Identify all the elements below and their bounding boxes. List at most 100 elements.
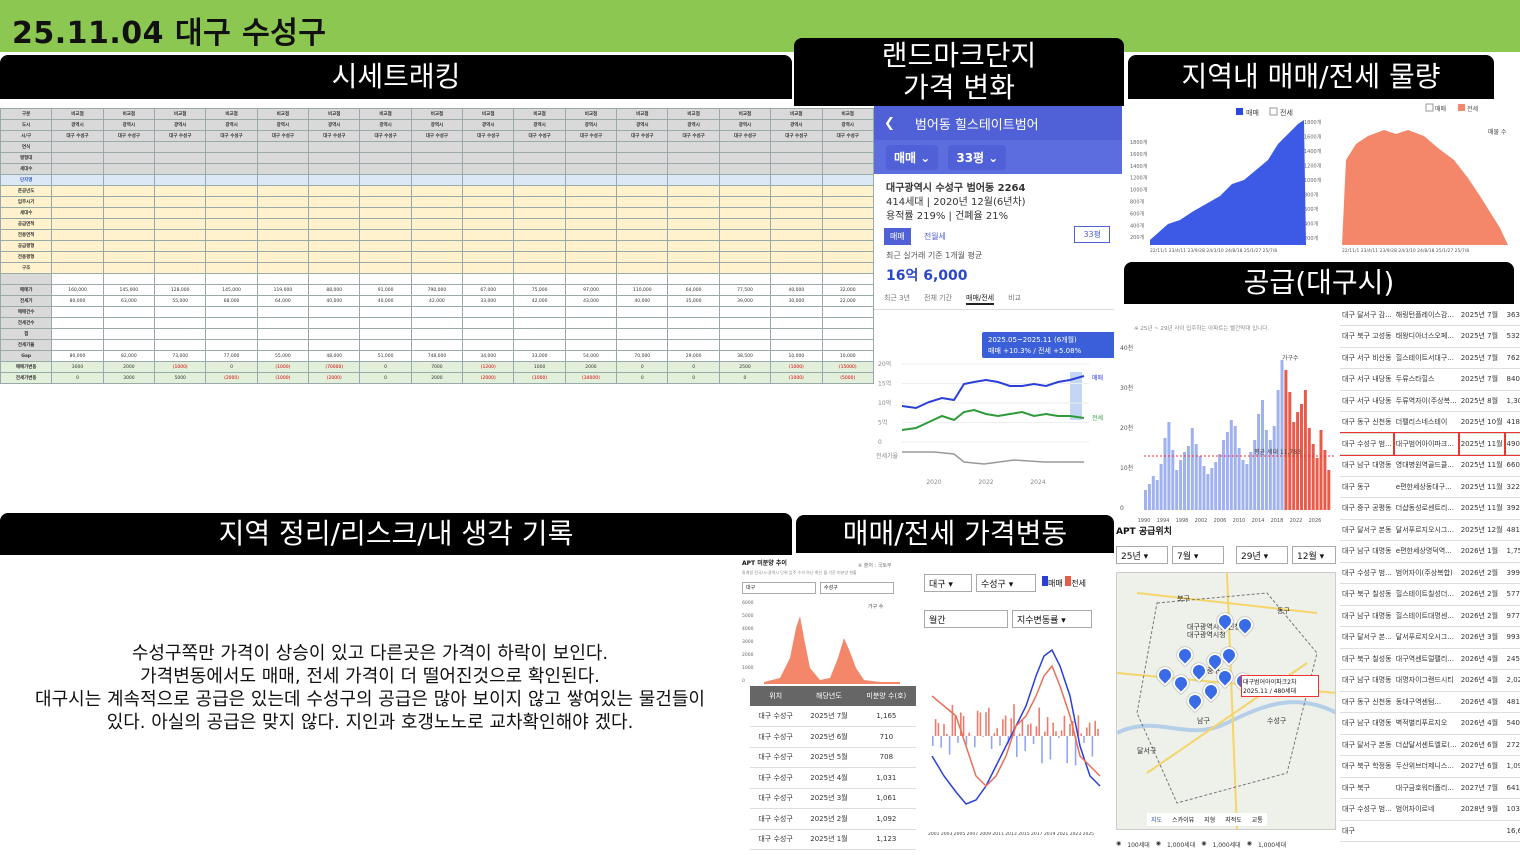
sheet-cell: [359, 196, 412, 208]
size-select-small[interactable]: 33평: [1074, 226, 1110, 243]
sheet-cell: (1200): [462, 361, 515, 373]
sheet-cell: [564, 207, 618, 219]
sheet-cell: 비교점: [564, 108, 618, 120]
sheet-cell: [308, 185, 361, 197]
tab-sale[interactable]: 매매: [884, 228, 911, 245]
index-type-select[interactable]: 지수변동률 ▾: [1012, 610, 1092, 628]
deal-type-select[interactable]: 매매 ⌄: [886, 144, 939, 170]
sheet-cell: [513, 317, 566, 329]
y-tick-left: 400개: [1304, 221, 1319, 228]
sheet-cell: [410, 196, 464, 208]
unsold-region-select[interactable]: 대구: [742, 582, 816, 594]
sheet-cell: [667, 196, 720, 208]
sheet-cell: [667, 229, 720, 241]
y-tick-leftmost: 600개: [1130, 210, 1145, 217]
sheet-cell: 0: [205, 361, 258, 373]
sheet-row-label: 전용평형: [0, 251, 53, 263]
index-region-select[interactable]: 대구 ▾: [924, 574, 972, 592]
supply-row: 대구 수성구 범...범어자이(주상복합)2026년 2월399세: [1340, 562, 1520, 584]
supply-cell: 2025년 11월: [1457, 432, 1506, 456]
sheet-cell: [821, 163, 874, 175]
x-tick: 2024: [1030, 479, 1045, 486]
index-period-select[interactable]: 월간: [924, 610, 1008, 628]
sheet-cell: [410, 207, 464, 219]
filter-start-month[interactable]: 7월 ▾: [1172, 546, 1224, 564]
map-tab[interactable]: 지적도: [1225, 815, 1242, 824]
filter-end-year[interactable]: 29년 ▾: [1236, 546, 1288, 564]
sheet-cell: [308, 207, 361, 219]
tab-jeonse[interactable]: 전월세: [917, 228, 952, 245]
sheet-cell: [770, 163, 823, 175]
unsold-series-label: 가구 수: [868, 603, 884, 610]
sheet-cell: 비교점: [462, 108, 515, 120]
supply-table: 대구 달서구 감...해링턴플레이스감...2025년 7월363세대구 북구 …: [1340, 304, 1520, 842]
sheet-cell: 비교점: [513, 108, 566, 120]
filter-start-year[interactable]: 25년 ▾: [1116, 546, 1168, 564]
sheet-cell: [821, 251, 874, 263]
sheet-cell: [308, 141, 361, 153]
sheet-cell: 88,000: [308, 284, 361, 296]
supply-map[interactable]: 대구광역시청 신청사대구광역시청동구북구중구남구수성구달서구대구범어아이파크2차…: [1116, 572, 1336, 830]
y-tick-leftmost: 400개: [1130, 222, 1145, 229]
sheet-row-label: 매매가변동: [0, 361, 53, 373]
idx-bar: [934, 719, 937, 736]
sheet-row: 평형대: [0, 152, 874, 164]
sheet-cell: 67,000: [462, 284, 515, 296]
sheet-cell: 48,000: [308, 350, 361, 362]
sheet-cell: [513, 229, 566, 241]
map-tab[interactable]: 교통: [1252, 815, 1263, 824]
supply-cell: 2026년 2월: [1458, 562, 1505, 584]
supply-bar: [1167, 422, 1171, 510]
idx-bar: [962, 715, 965, 736]
sheet-cell: 비교점: [102, 108, 156, 120]
map-label: 대구광역시청: [1187, 630, 1226, 639]
sheet-cell: 0: [51, 372, 104, 384]
supply-bar: [1159, 464, 1163, 510]
supply-cell: 동대구역센텀...: [1393, 691, 1459, 713]
index-district-select[interactable]: 수성구 ▾: [976, 574, 1036, 592]
sheet-cell: 29,000: [667, 350, 720, 362]
supply-row: 대구 수성구 범...대구범어아이파크...2025년 11월490세: [1340, 432, 1520, 456]
sheet-cell: [821, 317, 874, 329]
supply-bar: [1151, 476, 1155, 510]
sheet-cell: 38,500: [718, 350, 772, 362]
unsold-table-wrap: 위치 해당년도 미분양 수(호) 대구 수성구 2025년 7월 1,165 대구 수성구 2…: [750, 686, 916, 850]
unsold-subtitle: 통계청 전국/시·광역시 단위 입주 수가 아닌 최신 월 기준 미분양 현황: [742, 570, 857, 575]
back-icon[interactable]: ❮: [884, 116, 895, 131]
sheet-cell: [154, 328, 207, 340]
unsold-row: 대구 수성구 2025년 4월 1,031: [750, 767, 916, 789]
sheet-row-label: 전세가: [0, 295, 53, 307]
sheet-cell: [821, 306, 874, 318]
supply-cell: 399세: [1504, 562, 1520, 584]
sheet-cell: 40,000: [770, 284, 823, 296]
sheet-cell: 대구 수성구: [616, 130, 669, 142]
sheet-cell: [462, 185, 515, 197]
unsold-row: 대구 수성구 2025년 1월 1,123: [750, 829, 916, 850]
supply-bar: [1225, 432, 1229, 510]
sheet-cell: 68,000: [205, 295, 258, 307]
supply-cell: 대구 동구 신천동: [1340, 411, 1394, 434]
map-tabs: 지도 스카이뷰 지형 지적도 교통: [1147, 813, 1267, 826]
supply-cell: 363세: [1504, 304, 1520, 326]
sheet-cell: [205, 273, 258, 285]
supply-cell: 범어자이(주상복합): [1393, 562, 1459, 584]
size-select[interactable]: 33평 ⌄: [948, 144, 1007, 170]
legend-jeonse-label: 전세: [1071, 579, 1087, 588]
sheet-cell: [256, 152, 310, 164]
sheet-cell: 비교점: [256, 108, 310, 120]
sheet-cell: [564, 317, 618, 329]
map-tab[interactable]: 스카이뷰: [1172, 815, 1194, 824]
idx-bar: [979, 712, 982, 736]
supply-cell: 2025년 7월: [1458, 325, 1505, 348]
unsold-header-row: 위치 해당년도 미분양 수(호): [750, 686, 916, 706]
map-tab[interactable]: 지도: [1151, 815, 1162, 824]
sheet-cell: [102, 317, 156, 329]
sheet-cell: [256, 339, 310, 351]
sheet-cell: [513, 339, 566, 351]
filter-end-month[interactable]: 12월 ▾: [1292, 546, 1336, 564]
y-tick: 10억: [878, 399, 891, 407]
sheet-cell: 39,000: [718, 295, 772, 307]
map-tab[interactable]: 지형: [1204, 815, 1215, 824]
unsold-district-select[interactable]: 수성구: [820, 582, 894, 594]
size-label: 33평: [956, 150, 985, 165]
